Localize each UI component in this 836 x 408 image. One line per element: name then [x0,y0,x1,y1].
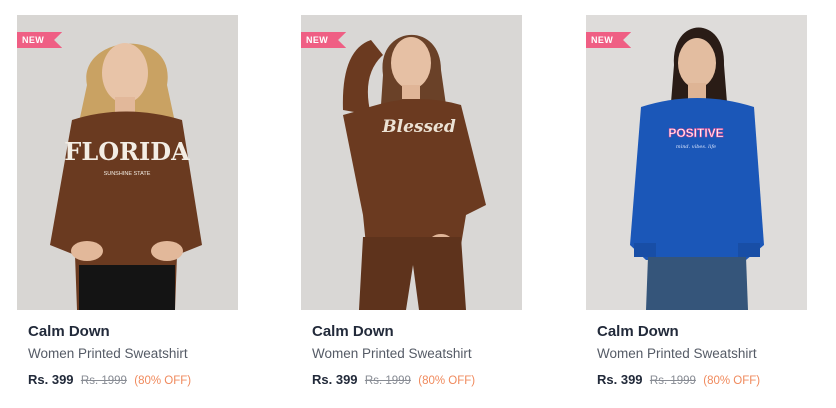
price-row: Rs. 399 Rs. 1999 (80% OFF) [312,372,522,389]
product-mrp: Rs. 1999 [649,375,696,387]
product-price: Rs. 399 [312,372,358,387]
product-image[interactable]: POSITIVE mind. vibes. life NEW [586,15,807,310]
product-grid: FLORIDA SUNSHINE STATE NEW Calm Down Wom… [0,0,836,408]
product-card[interactable]: Blessed NEW Calm Down Women Printed Swea… [301,15,522,395]
product-mrp: Rs. 1999 [80,375,127,387]
product-name[interactable]: Women Printed Sweatshirt [597,346,807,362]
product-discount: (80% OFF) [703,375,761,387]
print-subtext: mind. vibes. life [676,144,716,150]
product-brand[interactable]: Calm Down [312,323,522,341]
product-card[interactable]: FLORIDA SUNSHINE STATE NEW Calm Down Wom… [17,15,238,395]
price-row: Rs. 399 Rs. 1999 (80% OFF) [28,372,238,389]
product-image[interactable]: FLORIDA SUNSHINE STATE NEW [17,15,238,310]
print-text: FLORIDA [64,137,190,166]
product-mrp: Rs. 1999 [364,375,411,387]
product-discount: (80% OFF) [418,375,476,387]
product-price: Rs. 399 [28,372,74,387]
product-brand[interactable]: Calm Down [28,323,238,341]
product-discount: (80% OFF) [134,375,192,387]
print-text: Blessed [381,117,456,137]
print-text: POSITIVE [668,126,723,140]
product-brand[interactable]: Calm Down [597,323,807,341]
price-row: Rs. 399 Rs. 1999 (80% OFF) [597,372,807,389]
print-subtext: SUNSHINE STATE [104,171,151,177]
product-name[interactable]: Women Printed Sweatshirt [28,346,238,362]
product-price: Rs. 399 [597,372,643,387]
product-image[interactable]: Blessed NEW [301,15,522,310]
product-name[interactable]: Women Printed Sweatshirt [312,346,522,362]
product-card[interactable]: POSITIVE mind. vibes. life NEW Calm Down… [586,15,807,395]
